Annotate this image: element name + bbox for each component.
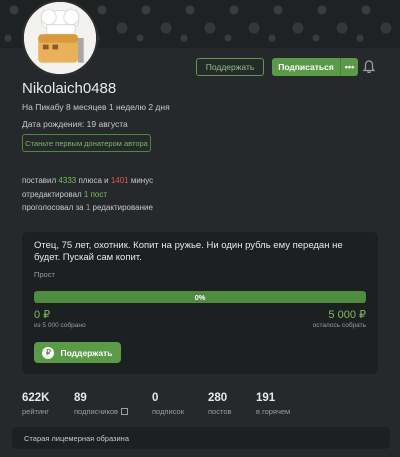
counter-posts[interactable]: 280 постов [208, 392, 232, 416]
counter-rating[interactable]: 622K рейтинг [22, 392, 50, 416]
subscribe-button[interactable]: Подписаться ••• [272, 58, 358, 76]
fundraiser-progress-bar: 0% [34, 291, 366, 303]
donate-button[interactable]: ₽ Поддержать [34, 342, 121, 363]
edited-stat: отредактировал 1 пост [22, 190, 107, 199]
voted-suffix: редактирование [90, 203, 153, 212]
counter-label: рейтинг [22, 407, 50, 416]
voted-prefix: проголосовал за [22, 203, 86, 212]
minus-label: минус [128, 176, 154, 185]
counter-label: постов [208, 407, 232, 416]
member-since: На Пикабу 8 месяцев 1 неделю 2 дня [22, 102, 170, 112]
counter-label: подписок [152, 407, 184, 416]
plus-count: 4333 [58, 176, 77, 185]
bio-text: Старая лицемерная образина [24, 433, 129, 443]
counter-value: 89 [74, 392, 87, 404]
counter-value: 622K [22, 392, 50, 404]
counter-value: 0 [152, 392, 159, 404]
counter-hot[interactable]: 191 в горячем [256, 392, 290, 416]
profile-bio: Старая лицемерная образина [12, 427, 390, 449]
birthday: Дата рождения: 19 августа [22, 119, 128, 129]
username: Nikolaich0488 [22, 80, 117, 97]
counter-value: 280 [208, 392, 228, 404]
donate-label: Поддержать [60, 347, 113, 358]
votes-stat: поставил 4333 плюса и 1401 минус [22, 176, 153, 185]
fundraiser-card: Отец, 75 лет, охотник. Копит на ружье. Н… [22, 232, 378, 374]
edited-link[interactable]: 1 пост [84, 190, 107, 199]
counter-value: 191 [256, 392, 276, 404]
ruble-icon: ₽ [42, 346, 55, 359]
counter-label: подписчиков [74, 407, 118, 416]
more-options-button[interactable]: ••• [340, 58, 358, 76]
counter-subscribers[interactable]: 89 подписчиков [74, 392, 128, 416]
chef-bread-avatar-icon [24, 2, 96, 74]
become-donor-button[interactable]: Станьте первым донатером автора [22, 134, 151, 152]
edited-prefix: отредактировал [22, 190, 84, 199]
subscribe-label: Подписаться [278, 62, 334, 72]
collected-amount: 0 ₽ [34, 309, 51, 321]
plus-label: плюса и [76, 176, 111, 185]
counter-label: в горячем [256, 407, 291, 416]
remaining-caption: осталось собрать [312, 322, 366, 329]
minus-count: 1401 [110, 176, 129, 185]
avatar[interactable] [22, 0, 98, 76]
collected-caption: из 5 000 собрано [34, 322, 86, 329]
support-button[interactable]: Поддержать [196, 58, 264, 76]
fundraiser-subtitle: Прост [34, 270, 55, 279]
fundraiser-title: Отец, 75 лет, охотник. Копит на ружье. Н… [34, 240, 343, 263]
counter-subscriptions[interactable]: 0 подписок [152, 392, 184, 416]
remaining-amount: 5 000 ₽ [328, 309, 366, 321]
external-link-icon[interactable] [120, 408, 128, 415]
voted-stat: проголосовал за 1 редактирование [22, 203, 153, 212]
progress-label: 0% [194, 292, 206, 302]
bell-icon[interactable] [362, 60, 376, 74]
votes-prefix: поставил [22, 176, 59, 185]
